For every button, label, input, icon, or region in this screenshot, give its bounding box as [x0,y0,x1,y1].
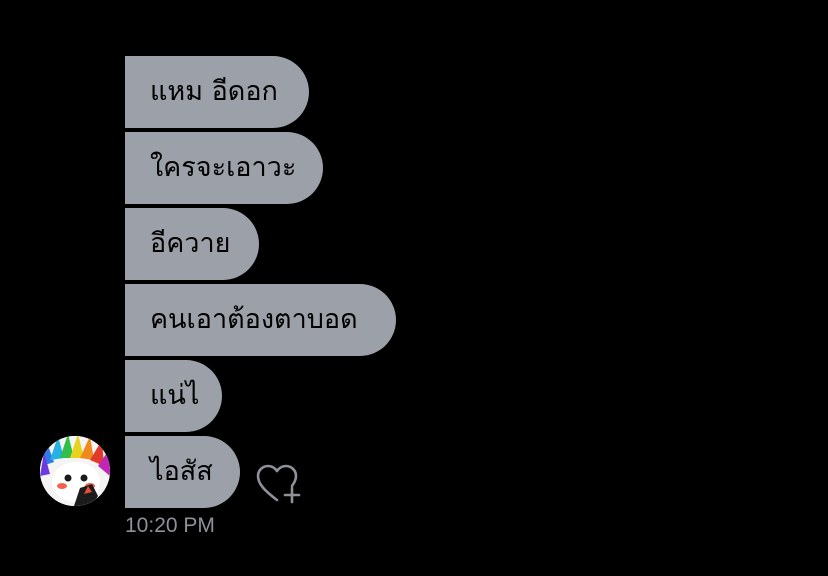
message-bubble[interactable]: ใครจะเอาวะ [125,132,323,204]
message-bubble[interactable]: แหม อีดอก [125,56,309,128]
sender-avatar[interactable] [40,436,110,506]
message-bubble[interactable]: แน่ไ [125,360,222,432]
avatar-rainbow-hair-icon [40,436,110,506]
message-bubble[interactable]: คนเอาต้องตาบอด [125,284,396,356]
message-bubble[interactable]: ไอสัส [125,436,240,508]
message-timestamp: 10:20 PM [125,514,215,537]
message-bubble[interactable]: อีควาย [125,208,259,280]
message-thread: แหม อีดอก ใครจะเอาวะ อีควาย คนเอาต้องตาบ… [0,0,828,576]
add-reaction-button[interactable] [255,462,303,506]
heart-plus-icon [256,464,301,504]
